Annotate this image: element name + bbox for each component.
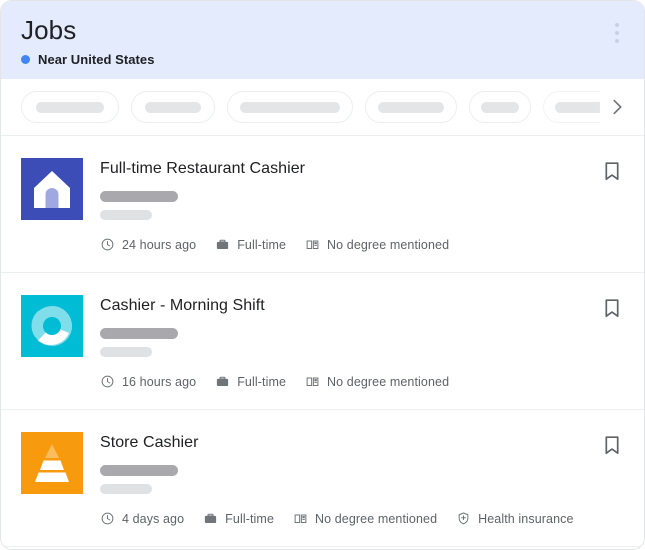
location-placeholder-bar [100,347,152,357]
briefcase-icon [215,237,230,252]
job-meta-label: Full-time [237,375,286,389]
job-meta-item: No degree mentioned [305,237,449,252]
job-meta-row: 4 days ago Full-time No degree mentioned He… [100,511,590,526]
job-meta-item: 4 days ago [100,511,184,526]
company-logo [21,295,83,357]
filter-chips-row [1,79,644,135]
filter-chip-3[interactable] [227,91,353,123]
job-meta-label: Full-time [237,238,286,252]
job-meta-item: No degree mentioned [293,511,437,526]
bookmark-icon[interactable] [600,433,624,457]
location-label: Near United States [38,52,155,67]
job-row[interactable]: Store Cashier 4 days ago Full-time No degre… [1,409,644,546]
jobs-card: Jobs Near United States Full-time Restau… [0,0,645,550]
job-meta-item: 16 hours ago [100,374,196,389]
briefcase-icon [203,511,218,526]
location-placeholder-bar [100,484,152,494]
job-meta-item: Full-time [203,511,274,526]
job-meta-label: No degree mentioned [327,375,449,389]
company-placeholder-bar [100,465,178,476]
briefcase-icon [215,374,230,389]
filter-chip-6[interactable] [543,91,600,123]
clock-icon [100,511,115,526]
job-row[interactable]: Cashier - Morning Shift 16 hours ago Full-… [1,272,644,409]
clock-icon [100,237,115,252]
job-details: Full-time Restaurant Cashier 24 hours ago… [100,158,590,252]
job-meta-item: Full-time [215,374,286,389]
location-row: Near United States [21,52,624,67]
filter-chip-1[interactable] [21,91,119,123]
pyramid-icon [21,432,83,494]
filter-chips-scroller[interactable] [21,90,600,124]
job-row[interactable]: Full-time Restaurant Cashier 24 hours ago… [1,135,644,272]
job-meta-item: Health insurance [456,511,573,526]
book-icon [305,237,320,252]
filter-chip-placeholder-bar [555,102,600,113]
job-meta-row: 24 hours ago Full-time No degree mentioned [100,237,590,252]
dot [615,39,619,43]
company-placeholder-bar [100,191,178,202]
job-meta-item: Full-time [215,237,286,252]
dot [615,31,619,35]
filter-chip-placeholder-bar [481,102,519,113]
filter-chip-placeholder-bar [240,102,340,113]
filter-chip-5[interactable] [469,91,531,123]
dot [615,23,619,27]
donut-icon [21,295,83,357]
location-placeholder-bar [100,210,152,220]
job-title: Full-time Restaurant Cashier [100,159,590,179]
filter-chip-placeholder-bar [36,102,104,113]
job-meta-label: 16 hours ago [122,375,196,389]
shield-health-icon [456,511,471,526]
job-meta-label: Full-time [225,512,274,526]
book-icon [305,374,320,389]
location-dot-icon [21,55,30,64]
bookmark-icon[interactable] [600,159,624,183]
job-meta-label: 4 days ago [122,512,184,526]
bookmark-icon[interactable] [600,296,624,320]
job-list: Full-time Restaurant Cashier 24 hours ago… [1,135,644,546]
job-meta-label: Health insurance [478,512,573,526]
filter-chip-2[interactable] [131,91,215,123]
job-title: Cashier - Morning Shift [100,296,590,316]
job-meta-item: No degree mentioned [305,374,449,389]
jobs-header: Jobs Near United States [1,1,644,79]
book-icon [293,511,308,526]
job-meta-item: 24 hours ago [100,237,196,252]
chevron-right-icon[interactable] [602,92,632,122]
more-vert-icon[interactable] [606,18,628,48]
filter-chip-placeholder-bar [145,102,201,113]
job-meta-label: No degree mentioned [315,512,437,526]
job-meta-label: 24 hours ago [122,238,196,252]
filter-chip-placeholder-bar [378,102,444,113]
company-placeholder-bar [100,328,178,339]
clock-icon [100,374,115,389]
home-icon [21,158,83,220]
filter-chip-4[interactable] [365,91,457,123]
company-logo [21,432,83,494]
more-jobs-link[interactable]: 100+ more jobs [1,546,644,550]
job-meta-row: 16 hours ago Full-time No degree mentioned [100,374,590,389]
job-details: Cashier - Morning Shift 16 hours ago Full-… [100,295,590,389]
job-details: Store Cashier 4 days ago Full-time No degre… [100,432,590,526]
job-title: Store Cashier [100,433,590,453]
job-meta-label: No degree mentioned [327,238,449,252]
company-logo [21,158,83,220]
page-title: Jobs [21,15,624,45]
